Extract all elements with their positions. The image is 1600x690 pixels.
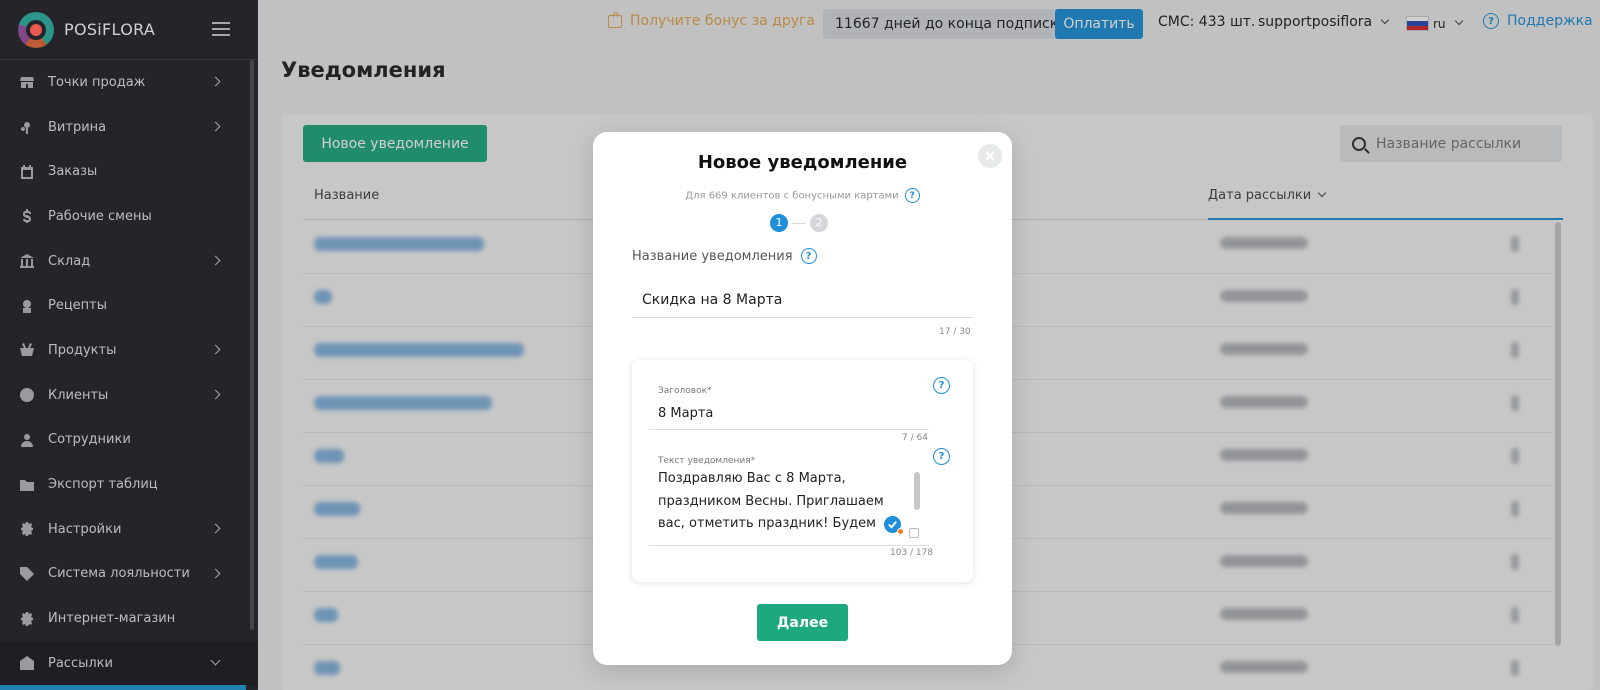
notification-body-textarea[interactable]: Поздравляю Вас с 8 Марта, праздником Вес…: [658, 468, 898, 538]
modal-subtitle: Для 669 клиентов с бонусными картами?: [593, 188, 1012, 203]
heading-counter: 7 / 64: [902, 433, 928, 443]
help-icon[interactable]: ?: [933, 448, 950, 465]
name-label-text: Название уведомления: [632, 248, 793, 264]
resize-handle-icon[interactable]: [909, 528, 919, 538]
modal-subtitle-text: Для 669 клиентов с бонусными картами: [685, 190, 899, 202]
help-icon[interactable]: ?: [904, 188, 920, 203]
help-icon[interactable]: ?: [933, 377, 950, 394]
step-indicator: 1 2: [770, 214, 828, 232]
new-notification-modal: × Новое уведомление Для 669 клиентов с б…: [593, 132, 1012, 665]
textarea-scrollbar[interactable]: [914, 472, 920, 510]
body-label: Текст уведомления*: [658, 456, 756, 466]
body-underline: [649, 545, 929, 546]
heading-input[interactable]: [649, 397, 929, 430]
next-button[interactable]: Далее: [757, 604, 848, 641]
step-2: 2: [810, 214, 828, 232]
heading-label: Заголовок*: [658, 386, 712, 396]
name-counter: 17 / 30: [939, 327, 971, 337]
step-connector: [792, 222, 806, 224]
step-1: 1: [770, 214, 788, 232]
message-panel: Заголовок* ? 7 / 64 Текст уведомления* ?…: [632, 360, 973, 582]
notification-dot-icon: [897, 528, 904, 535]
spellcheck-icon[interactable]: [884, 516, 904, 535]
body-counter: 103 / 178: [890, 548, 934, 558]
notification-name-input[interactable]: [632, 282, 973, 318]
modal-title: Новое уведомление: [697, 152, 908, 173]
help-icon[interactable]: ?: [800, 248, 817, 264]
name-label: Название уведомления?: [632, 248, 817, 264]
